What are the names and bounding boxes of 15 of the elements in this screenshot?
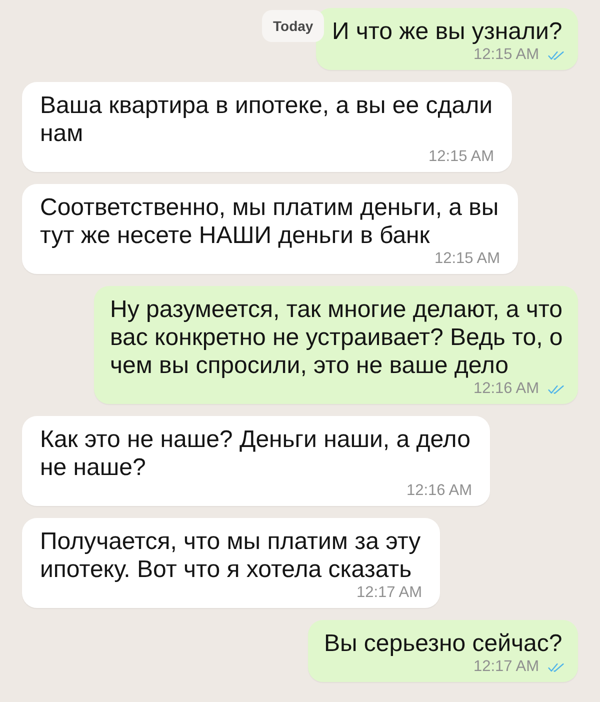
message-text: Ну разумеется, так многие делают, а что вас конкретно не устраивает? Ведь то, о чем вы спросили, это не ваше дело <box>110 296 564 380</box>
message-time: 12:15 AM <box>474 46 539 64</box>
message-time: 12:15 AM <box>434 250 500 268</box>
message-time: 12:17 AM <box>356 584 422 602</box>
message-text: Как это не наше? Деньги наши, а дело не наше? <box>40 426 472 482</box>
message-text: Получается, что мы платим за эту ипотеку. Вот что я хотела сказать <box>40 528 422 584</box>
message-time: 12:17 AM <box>474 658 539 676</box>
date-badge: Today <box>262 10 324 42</box>
message-time: 12:16 AM <box>474 380 539 398</box>
message-text: Вы серьезно сейчас? <box>324 630 564 658</box>
message-text: Соответственно, мы платим деньги, а вы тут же несете НАШИ деньги в банк <box>40 194 500 250</box>
message-text: И что же вы узнали? <box>332 18 564 46</box>
message-time: 12:15 AM <box>428 148 494 166</box>
message-text: Ваша квартира в ипотеке, а вы ее сдали нам <box>40 92 494 148</box>
message-time: 12:16 AM <box>406 482 472 500</box>
